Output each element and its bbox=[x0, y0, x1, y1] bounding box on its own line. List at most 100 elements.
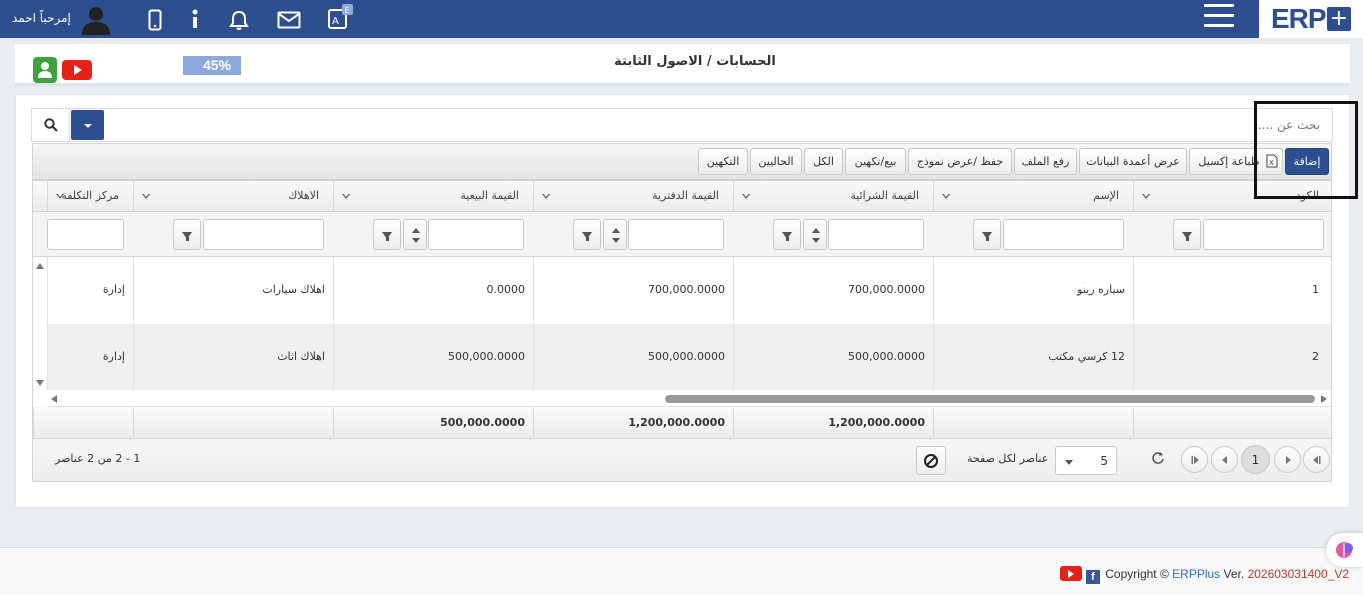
table-row[interactable]: 1 سياره رينو 700,000.0000 700,000.0000 0… bbox=[47, 257, 1331, 323]
number-spinner-icon[interactable] bbox=[803, 219, 827, 250]
filter-input-purchase-value[interactable] bbox=[828, 219, 924, 250]
filter-current-button[interactable]: الحاليين bbox=[750, 148, 802, 175]
cell-purchase-value: 700,000.0000 bbox=[733, 257, 933, 323]
column-header-name[interactable]: الإسم bbox=[933, 181, 1133, 212]
column-menu-icon[interactable] bbox=[142, 193, 150, 199]
bell-icon[interactable] bbox=[228, 9, 250, 34]
user-support-icon[interactable] bbox=[33, 57, 57, 83]
progress-label: 45% bbox=[202, 57, 231, 73]
table-row[interactable]: 2 12 كرسي مكتب 500,000.0000 500,000.0000… bbox=[47, 324, 1331, 390]
last-page-icon[interactable] bbox=[1181, 446, 1208, 473]
prev-page-icon[interactable] bbox=[1274, 446, 1301, 473]
column-menu-icon[interactable] bbox=[56, 193, 64, 199]
column-header-book-value[interactable]: القيمة الدفترية bbox=[533, 181, 733, 212]
column-header-purchase-value[interactable]: القيمة الشرائية bbox=[733, 181, 933, 212]
filter-scrapped-button[interactable]: التكهين bbox=[698, 148, 748, 175]
column-menu-icon[interactable] bbox=[942, 193, 950, 199]
youtube-icon[interactable] bbox=[62, 60, 92, 80]
column-title: القيمة الشرائية bbox=[850, 189, 919, 202]
cell-cost-center: إدارة bbox=[47, 324, 133, 390]
column-header-sale-value[interactable]: القيمة البيعية bbox=[333, 181, 533, 212]
column-header-cost-center[interactable]: مركز التكلفة bbox=[47, 181, 133, 212]
facebook-icon[interactable]: f bbox=[1085, 570, 1100, 584]
pager-info: 1 - 2 من 2 عناصر bbox=[55, 452, 141, 465]
number-spinner-icon[interactable] bbox=[403, 219, 427, 250]
column-menu-icon[interactable] bbox=[742, 193, 750, 199]
brand-link[interactable]: ERPPlus bbox=[1172, 567, 1220, 581]
first-page-icon[interactable] bbox=[1303, 446, 1330, 473]
filter-input-cost-center[interactable] bbox=[47, 219, 124, 250]
top-navbar: ERP + إمرحباً احمد AE bbox=[0, 0, 1363, 38]
filter-all-button[interactable]: الكل bbox=[804, 148, 843, 175]
progress-bar: 45% bbox=[113, 56, 241, 75]
filter-input-code[interactable] bbox=[1203, 219, 1324, 250]
column-menu-icon[interactable] bbox=[1142, 193, 1150, 199]
filter-input-depreciation[interactable] bbox=[203, 219, 324, 250]
footer-copyright: f Copyright © ERPPlus Ver. 202603031400_… bbox=[1059, 566, 1349, 584]
erp-logo[interactable]: ERP + bbox=[1259, 0, 1363, 38]
ai-assistant-icon[interactable] bbox=[1326, 533, 1363, 567]
language-icon[interactable]: AE bbox=[328, 4, 354, 35]
filter-icon[interactable] bbox=[573, 219, 601, 250]
scroll-right-icon[interactable] bbox=[1321, 395, 1327, 403]
scroll-up-icon[interactable] bbox=[36, 263, 44, 269]
cell-depreciation: اهلاك اثاث bbox=[133, 324, 333, 390]
search-icon[interactable] bbox=[32, 109, 70, 141]
page-size-label: عناصر لكل صفحة bbox=[967, 452, 1049, 465]
filter-icon[interactable] bbox=[973, 219, 1001, 250]
copyright-text: Copyright © bbox=[1105, 567, 1169, 581]
mail-icon[interactable] bbox=[277, 11, 301, 32]
total-cell-code bbox=[1133, 407, 1331, 439]
user-avatar-icon[interactable] bbox=[80, 3, 112, 38]
filter-input-book-value[interactable] bbox=[628, 219, 724, 250]
upload-file-button[interactable]: رفع الملف bbox=[1014, 148, 1077, 175]
refresh-icon[interactable] bbox=[1151, 451, 1167, 467]
add-button[interactable]: إضافة bbox=[1285, 148, 1329, 175]
page-size-select[interactable]: 5 bbox=[1055, 446, 1117, 475]
grid-pager: 1 5 عناصر لكل صفحة 1 - 2 من 2 عناصر bbox=[33, 439, 1331, 481]
search-input[interactable] bbox=[102, 109, 1332, 141]
filter-icon[interactable] bbox=[773, 219, 801, 250]
search-options-dropdown[interactable] bbox=[71, 110, 104, 140]
logo-text: ERP bbox=[1270, 3, 1327, 34]
total-cell-cost-center bbox=[33, 407, 133, 439]
menu-toggle-icon[interactable] bbox=[1204, 4, 1234, 30]
page-header: الحسابات / الاصول الثابتة 45% bbox=[15, 44, 1350, 86]
filter-icon[interactable] bbox=[1173, 219, 1201, 250]
grid-filter-row bbox=[33, 212, 1331, 257]
vertical-scrollbar[interactable] bbox=[33, 257, 47, 391]
cell-depreciation: اهلاك سيارات bbox=[133, 257, 333, 323]
clear-filter-icon[interactable] bbox=[916, 446, 946, 475]
column-title: الاهلاك bbox=[288, 189, 319, 202]
scroll-down-icon[interactable] bbox=[36, 380, 44, 386]
total-sale-value: 500,000.0000 bbox=[333, 407, 533, 439]
column-menu-icon[interactable] bbox=[542, 193, 550, 199]
sell-scrap-button[interactable]: بيع/تكهين bbox=[845, 148, 906, 175]
cell-sale-value: 0.0000 bbox=[333, 257, 533, 323]
grid-header-row: الكود الإسم القيمة الشرائية القيمة الدفت… bbox=[33, 181, 1331, 212]
filter-icon[interactable] bbox=[373, 219, 401, 250]
filter-icon[interactable] bbox=[173, 219, 201, 250]
show-columns-button[interactable]: عرض أعمدة البيانات bbox=[1079, 148, 1187, 175]
info-icon[interactable] bbox=[190, 9, 200, 32]
export-excel-label: طباعة إكسيل bbox=[1198, 155, 1260, 168]
mobile-icon[interactable] bbox=[148, 9, 162, 34]
save-template-button[interactable]: حفظ /عرض نموذج bbox=[908, 148, 1012, 175]
current-page[interactable]: 1 bbox=[1241, 445, 1270, 474]
next-page-icon[interactable] bbox=[1211, 446, 1238, 473]
column-menu-icon[interactable] bbox=[342, 193, 350, 199]
filter-input-name[interactable] bbox=[1003, 219, 1124, 250]
column-header-depreciation[interactable]: الاهلاك bbox=[133, 181, 333, 212]
youtube-icon[interactable] bbox=[1059, 566, 1082, 581]
search-bar bbox=[31, 108, 1333, 142]
number-spinner-icon[interactable] bbox=[603, 219, 627, 250]
cell-code: 2 bbox=[1133, 324, 1331, 390]
scroll-thumb[interactable] bbox=[665, 395, 1315, 403]
export-excel-button[interactable]: X طباعة إكسيل bbox=[1189, 148, 1283, 175]
column-header-code[interactable]: الكود bbox=[1133, 181, 1331, 212]
cell-purchase-value: 500,000.0000 bbox=[733, 324, 933, 390]
user-greeting: إمرحباً احمد bbox=[12, 11, 71, 25]
scroll-left-icon[interactable] bbox=[51, 395, 57, 403]
filter-input-sale-value[interactable] bbox=[428, 219, 524, 250]
horizontal-scrollbar[interactable] bbox=[47, 391, 1331, 407]
